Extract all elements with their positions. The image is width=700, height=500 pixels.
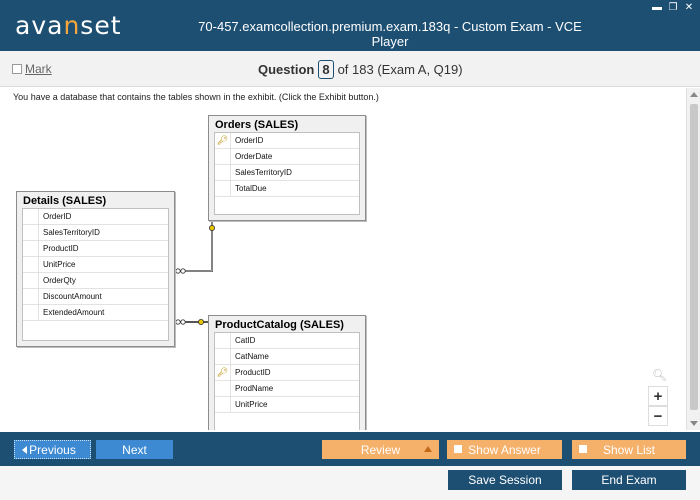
minimize-icon[interactable]: ▬ bbox=[652, 3, 662, 13]
app-logo: avanset bbox=[15, 11, 122, 40]
column-row: OrderDate bbox=[215, 149, 359, 165]
column-name: TotalDue bbox=[235, 184, 267, 193]
question-label: Question bbox=[258, 62, 315, 77]
magnifier-icon: 🔍︎ bbox=[652, 368, 668, 382]
window-controls: ▬ ❐ ✕ bbox=[652, 3, 694, 13]
orders-table[interactable]: Orders (SALES) 🔑︎ OrderID OrderDate Sales… bbox=[208, 115, 366, 221]
key-end-icon bbox=[208, 224, 215, 231]
column-name: DiscountAmount bbox=[43, 292, 102, 301]
column-name: OrderID bbox=[235, 136, 264, 145]
column-row: 🔑︎ OrderID bbox=[215, 133, 359, 149]
review-button[interactable]: Review bbox=[322, 440, 439, 459]
show-answer-label: Show Answer bbox=[468, 442, 541, 457]
key-icon: 🔑︎ bbox=[216, 135, 229, 145]
relationship-details-orders bbox=[176, 222, 213, 272]
relationship-details-orders-highlight bbox=[176, 222, 213, 272]
question-number-input[interactable]: 8 bbox=[318, 60, 334, 79]
column-name: ExtendedAmount bbox=[43, 308, 105, 317]
key-icon: 🔑︎ bbox=[216, 367, 229, 377]
column-row: UnitPrice bbox=[215, 397, 359, 413]
review-label: Review bbox=[360, 442, 401, 457]
mark-label: Mark bbox=[25, 62, 52, 76]
column-row: TotalDue bbox=[215, 181, 359, 197]
navigation-bar: Previous Next Review Show Answer Show Li… bbox=[0, 432, 700, 466]
column-row: CatID bbox=[215, 333, 359, 349]
column-name: OrderDate bbox=[235, 152, 273, 161]
column-name: ProductID bbox=[43, 244, 79, 253]
column-row: UnitPrice bbox=[23, 257, 168, 273]
window-title: 70-457.examcollection.premium.exam.183q … bbox=[198, 19, 582, 49]
column-row: ExtendedAmount bbox=[23, 305, 168, 321]
column-row: SalesTerritoryID bbox=[23, 225, 168, 241]
table-title: Orders (SALES) bbox=[215, 119, 299, 131]
column-name: CatName bbox=[235, 352, 269, 361]
column-row: DiscountAmount bbox=[23, 289, 168, 305]
column-row: 🔑︎ ProductID bbox=[215, 365, 359, 381]
product-catalog-table[interactable]: ProductCatalog (SALES) CatID CatName 🔑︎ P… bbox=[208, 315, 366, 430]
column-row: ProdName bbox=[215, 381, 359, 397]
column-name: SalesTerritoryID bbox=[43, 228, 100, 237]
column-name: UnitPrice bbox=[43, 260, 76, 269]
caret-up-icon bbox=[424, 446, 432, 452]
table-title: Details (SALES) bbox=[23, 195, 107, 207]
chevron-left-icon bbox=[22, 446, 27, 454]
scroll-up-icon[interactable] bbox=[690, 92, 698, 97]
column-name: ProdName bbox=[235, 384, 274, 393]
checkbox-icon[interactable] bbox=[579, 445, 587, 453]
column-row: SalesTerritoryID bbox=[215, 165, 359, 181]
mark-checkbox[interactable]: Mark bbox=[12, 62, 52, 76]
table-title: ProductCatalog (SALES) bbox=[215, 319, 344, 331]
question-counter: Question 8 of 183 (Exam A, Q19) bbox=[258, 60, 463, 79]
column-list: OrderID SalesTerritoryID ProductID UnitP… bbox=[22, 208, 169, 341]
column-name: ProductID bbox=[235, 368, 271, 377]
column-name: CatID bbox=[235, 336, 256, 345]
many-end-icon bbox=[175, 319, 181, 325]
session-bar: Save Session End Exam bbox=[0, 466, 700, 500]
question-header: Mark Question 8 of 183 (Exam A, Q19) bbox=[0, 51, 700, 87]
details-table[interactable]: Details (SALES) OrderID SalesTerritoryID… bbox=[16, 191, 175, 347]
scroll-down-icon[interactable] bbox=[690, 421, 698, 426]
many-end-icon bbox=[175, 268, 181, 274]
next-button[interactable]: Next bbox=[96, 440, 173, 459]
column-row: ProductID bbox=[23, 241, 168, 257]
key-end-icon bbox=[197, 318, 204, 325]
column-list: 🔑︎ OrderID OrderDate SalesTerritoryID Tot… bbox=[214, 132, 360, 215]
zoom-out-button[interactable]: − bbox=[648, 406, 668, 426]
save-session-button[interactable]: Save Session bbox=[448, 470, 562, 490]
close-icon[interactable]: ✕ bbox=[684, 3, 694, 13]
column-name: SalesTerritoryID bbox=[235, 168, 292, 177]
restore-icon[interactable]: ❐ bbox=[668, 3, 678, 13]
title-bar: avanset 70-457.examcollection.premium.ex… bbox=[0, 0, 700, 51]
many-end-icon bbox=[180, 319, 186, 325]
checkbox-icon[interactable] bbox=[454, 445, 462, 453]
show-answer-button[interactable]: Show Answer bbox=[447, 440, 562, 459]
show-list-label: Show List bbox=[602, 442, 656, 457]
previous-label: Previous bbox=[29, 442, 76, 457]
previous-button[interactable]: Previous bbox=[14, 440, 91, 459]
column-row: CatName bbox=[215, 349, 359, 365]
question-total: of 183 (Exam A, Q19) bbox=[337, 62, 463, 77]
show-list-button[interactable]: Show List bbox=[572, 440, 686, 459]
column-name: UnitPrice bbox=[235, 400, 268, 409]
column-row: OrderQty bbox=[23, 273, 168, 289]
end-exam-button[interactable]: End Exam bbox=[572, 470, 686, 490]
scroll-thumb[interactable] bbox=[690, 104, 698, 410]
column-name: OrderID bbox=[43, 212, 72, 221]
column-row: OrderID bbox=[23, 209, 168, 225]
checkbox-icon[interactable] bbox=[12, 64, 22, 74]
many-end-icon bbox=[180, 268, 186, 274]
question-content: You have a database that contains the ta… bbox=[0, 88, 686, 430]
column-list: CatID CatName 🔑︎ ProductID ProdName UnitP… bbox=[214, 332, 360, 430]
vertical-scrollbar[interactable] bbox=[686, 88, 700, 430]
column-name: OrderQty bbox=[43, 276, 76, 285]
zoom-in-button[interactable]: + bbox=[648, 386, 668, 406]
